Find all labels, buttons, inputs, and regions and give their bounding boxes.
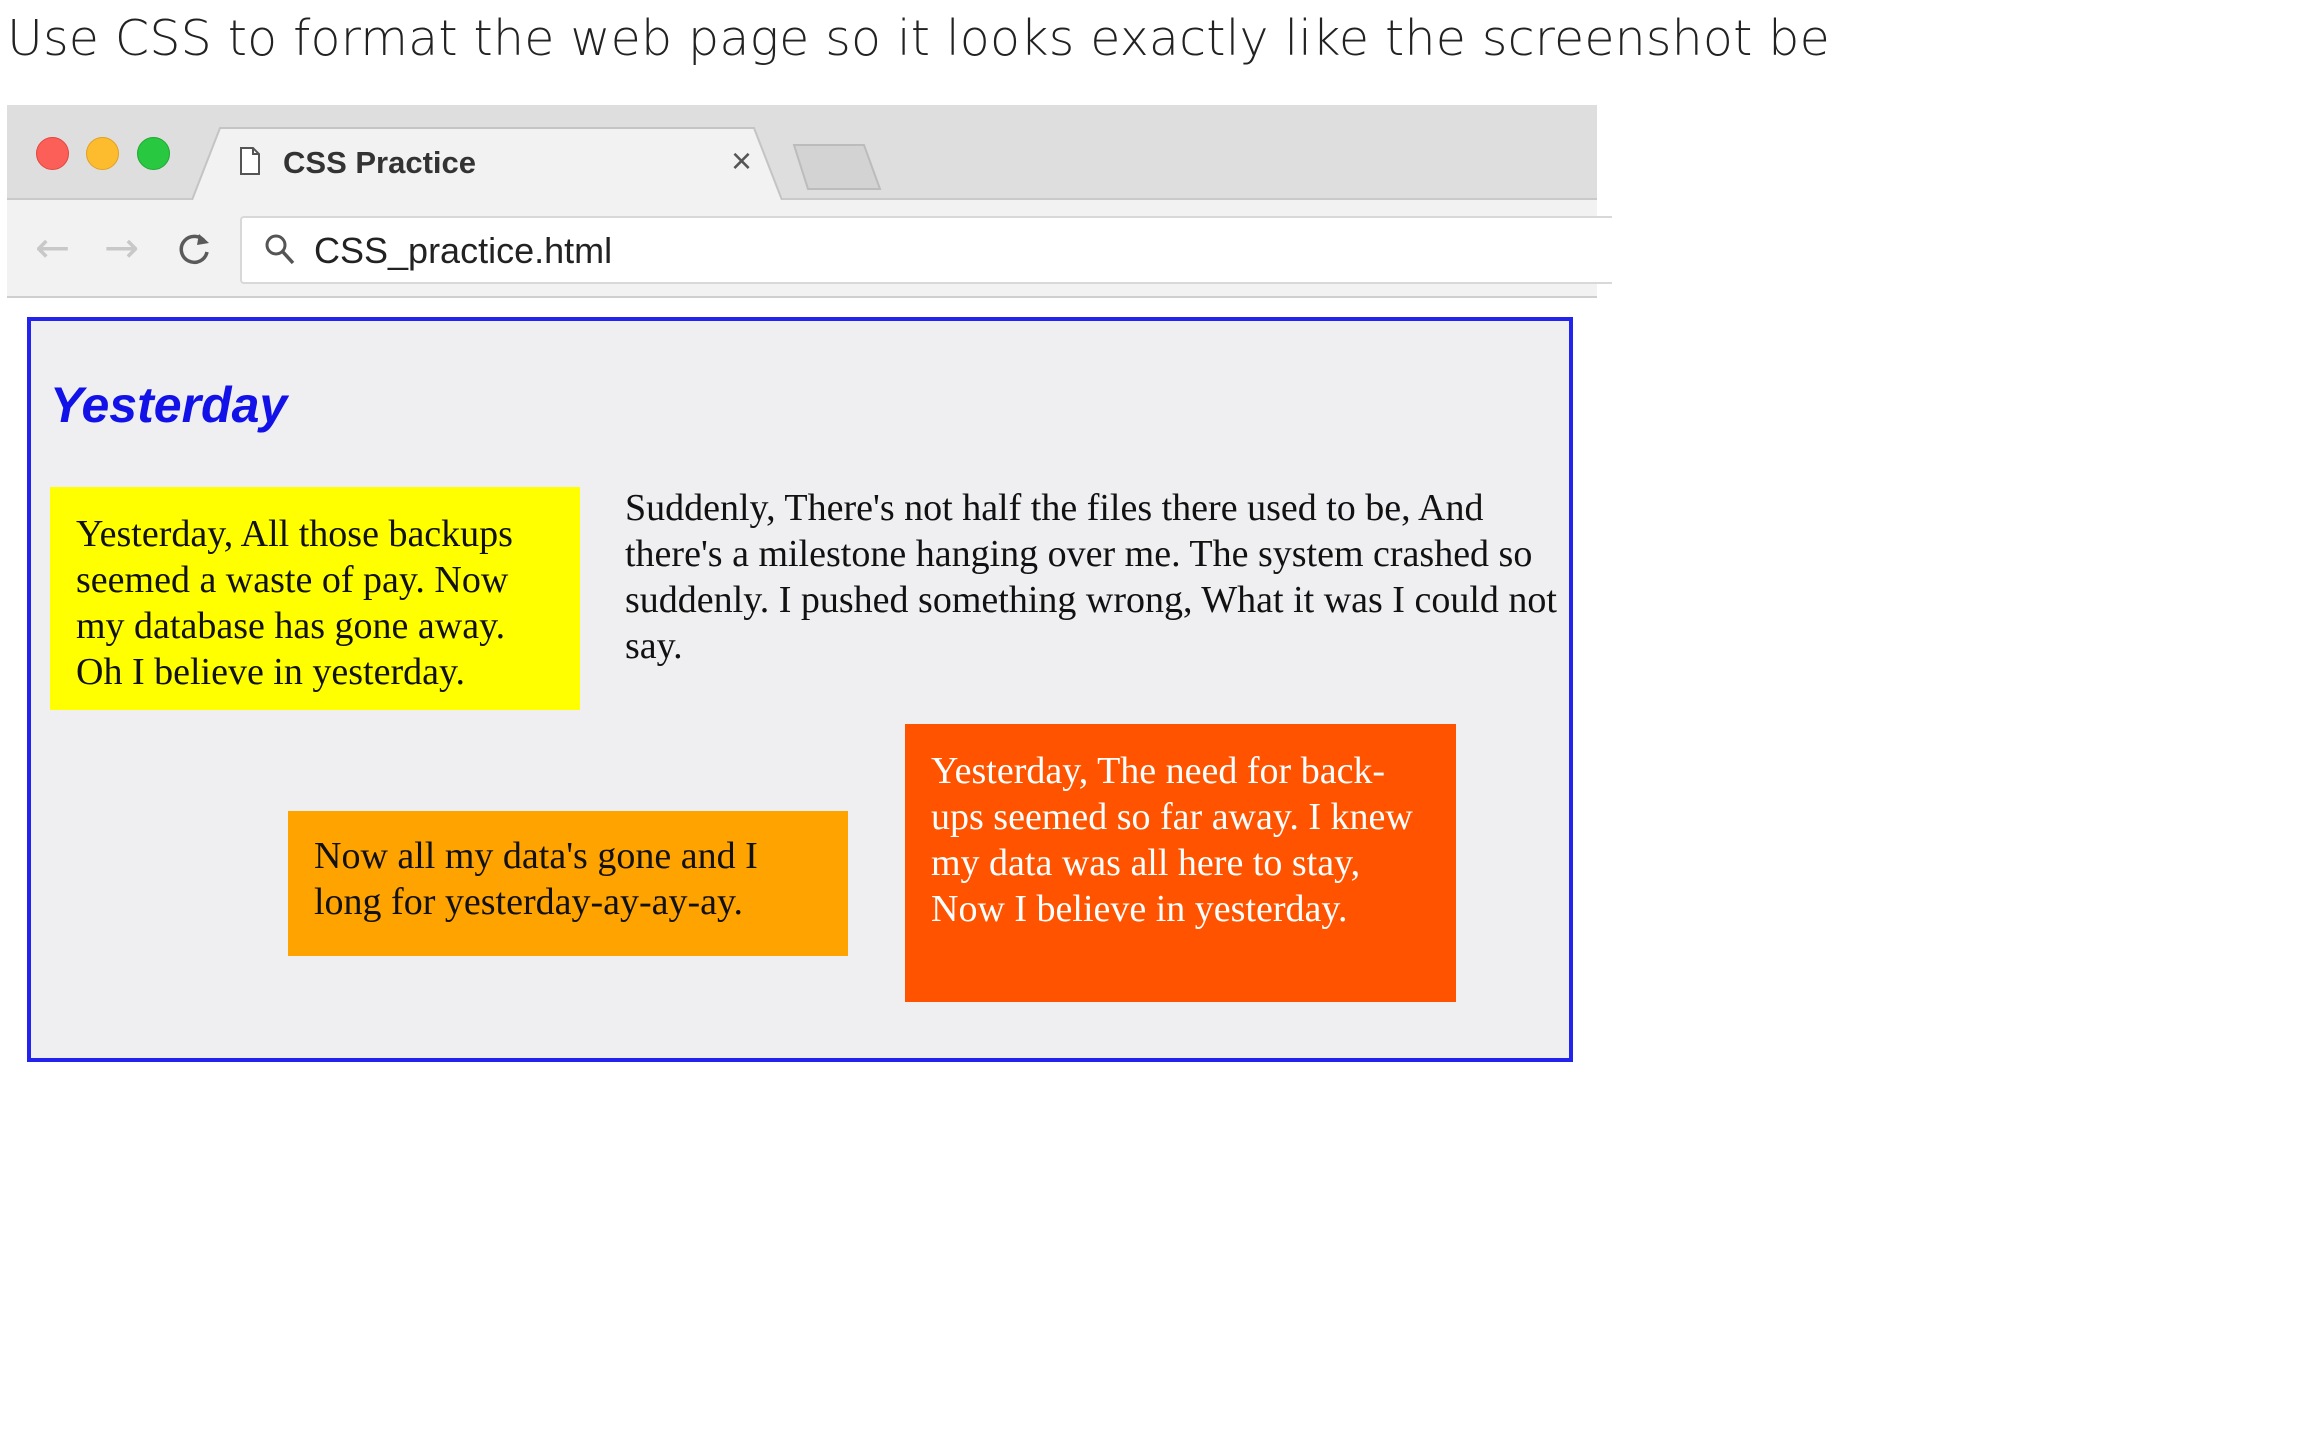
document-icon [240, 147, 260, 175]
new-tab-button[interactable] [790, 143, 882, 190]
yellow-text-box: Yesterday, All those backups seemed a wa… [50, 487, 580, 710]
tab-close-button[interactable]: × [731, 141, 752, 181]
right-paragraph: Suddenly, There's not half the files the… [625, 487, 1557, 667]
browser-toolbar: ← → CSS_practice.html [7, 200, 1612, 298]
reload-icon[interactable] [175, 230, 213, 268]
red-box-text: Yesterday, The need for back-ups seemed … [931, 750, 1413, 930]
orange-text-box: Now all my data's gone and I long for ye… [288, 811, 848, 956]
forward-button[interactable]: → [104, 226, 139, 270]
tab-bar: CSS Practice × [7, 105, 1597, 200]
url-text: CSS_practice.html [314, 230, 613, 271]
browser-window: CSS Practice × ← → CSS_practice.html Yes… [7, 105, 1612, 1105]
red-text-box: Yesterday, The need for back-ups seemed … [905, 724, 1456, 1002]
back-button[interactable]: ← [35, 226, 70, 270]
instruction-text: Use CSS to format the web page so it loo… [7, 10, 1830, 67]
page-container: Yesterday Yesterday, All those backups s… [27, 317, 1573, 1062]
address-bar[interactable]: CSS_practice.html [240, 216, 1612, 284]
yellow-box-text: Yesterday, All those backups seemed a wa… [76, 513, 513, 693]
window-minimize-button[interactable] [86, 137, 119, 170]
search-icon [265, 234, 295, 265]
orange-box-text: Now all my data's gone and I long for ye… [314, 835, 758, 923]
tab-title: CSS Practice [283, 145, 476, 180]
window-zoom-button[interactable] [137, 137, 170, 170]
page-title: Yesterday [50, 377, 288, 433]
page-viewport: Yesterday Yesterday, All those backups s… [7, 298, 1597, 1105]
window-close-button[interactable] [36, 137, 69, 170]
tab-css-practice[interactable] [192, 127, 782, 200]
